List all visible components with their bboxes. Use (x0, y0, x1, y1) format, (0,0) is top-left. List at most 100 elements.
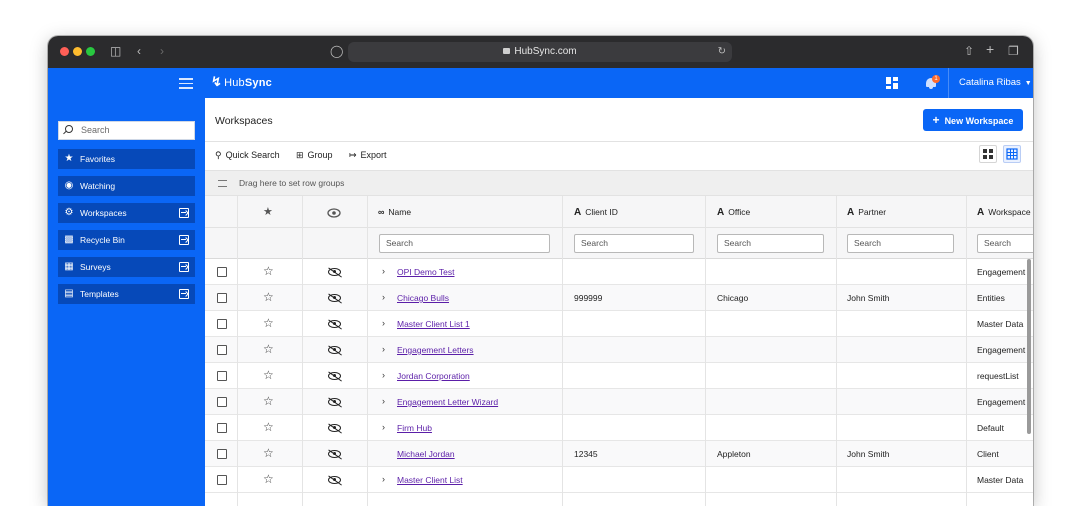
table-view-button[interactable] (1003, 145, 1021, 163)
maximize-window-button[interactable] (86, 47, 95, 56)
address-bar[interactable]: HubSync.com ↻ (348, 42, 732, 62)
watch-column-eye-icon[interactable] (327, 196, 341, 228)
client-id-filter-input[interactable]: Search (574, 234, 694, 253)
watch-eye-off-icon[interactable] (328, 476, 341, 484)
watch-eye-off-icon[interactable] (328, 372, 341, 380)
sidebar-item-favorites[interactable]: ★ Favorites (58, 149, 195, 169)
app-logo[interactable]: ↯ HubSync (211, 74, 272, 90)
card-view-button[interactable] (979, 145, 997, 163)
tabs-overview-icon[interactable]: ❐ (1008, 44, 1019, 58)
row-checkbox[interactable] (217, 319, 227, 329)
watch-eye-off-icon[interactable] (328, 398, 341, 406)
watch-eye-off-icon[interactable] (328, 320, 341, 328)
table-row[interactable]: ☆ › Engagement Letters Engagement (205, 337, 1033, 363)
row-checkbox[interactable] (217, 345, 227, 355)
sidebar-item-templates[interactable]: ▤ Templates (58, 284, 195, 304)
workspace-name-link[interactable]: Jordan Corporation (397, 371, 470, 381)
open-icon[interactable] (179, 262, 189, 272)
row-checkbox[interactable] (217, 449, 227, 459)
chevron-right-icon[interactable]: › (382, 369, 385, 381)
table-row[interactable]: ☆ › Firm Hub Default (205, 415, 1033, 441)
row-checkbox[interactable] (217, 293, 227, 303)
favorite-star-icon[interactable]: ☆ (263, 394, 274, 408)
new-tab-icon[interactable]: + (986, 42, 994, 56)
export-button[interactable]: ↦ Export (349, 150, 387, 161)
chevron-right-icon[interactable]: › (382, 291, 385, 303)
row-group-drop-zone[interactable]: Drag here to set row groups (205, 170, 1033, 196)
table-row[interactable]: ☆ › Engagement Letter Wizard Engagement (205, 389, 1033, 415)
open-icon[interactable] (179, 289, 189, 299)
watch-eye-off-icon[interactable] (328, 294, 341, 302)
share-icon[interactable]: ⇧ (964, 44, 974, 58)
favorite-star-icon[interactable]: ☆ (263, 264, 274, 278)
row-checkbox[interactable] (217, 267, 227, 277)
vertical-scrollbar[interactable] (1027, 259, 1031, 434)
table-row[interactable]: ☆ › Master Client List 1 Master Data (205, 311, 1033, 337)
shield-icon[interactable]: ◯ (330, 44, 343, 58)
favorite-star-icon[interactable]: ☆ (263, 420, 274, 434)
workspace-name-link[interactable]: Michael Jordan (397, 449, 455, 459)
name-filter-input[interactable]: Search (379, 234, 550, 253)
watch-eye-off-icon[interactable] (328, 268, 341, 276)
group-button[interactable]: ⊞ Group (296, 150, 333, 161)
column-header-client-id[interactable]: A Client ID (574, 196, 618, 228)
back-icon[interactable]: ‹ (137, 44, 141, 58)
favorite-star-icon[interactable]: ☆ (263, 472, 274, 486)
open-icon[interactable] (179, 235, 189, 245)
quick-search-button[interactable]: ⚲ Quick Search (215, 150, 280, 161)
table-row[interactable]: ☆ › OPI Demo Test Engagement (205, 259, 1033, 285)
workspace-name-link[interactable]: Firm Hub (397, 423, 432, 433)
close-window-button[interactable] (60, 47, 69, 56)
forward-icon[interactable]: › (160, 44, 164, 58)
table-row[interactable]: ☆ › Chicago Bulls 999999 Chicago John Sm… (205, 285, 1033, 311)
minimize-window-button[interactable] (73, 47, 82, 56)
chevron-right-icon[interactable]: › (382, 343, 385, 355)
chevron-right-icon[interactable]: › (382, 395, 385, 407)
favorite-star-icon[interactable]: ☆ (263, 316, 274, 330)
chevron-right-icon[interactable]: › (382, 265, 385, 277)
favorite-star-icon[interactable]: ☆ (263, 446, 274, 460)
column-header-name[interactable]: ∞ Name (378, 196, 411, 228)
sidebar-toggle-icon[interactable]: ◫ (110, 44, 121, 58)
notifications-button[interactable]: 1 (924, 75, 940, 91)
menu-icon[interactable] (179, 78, 193, 89)
table-row[interactable]: ☆ › Master Client List Master Data (205, 467, 1033, 493)
row-checkbox[interactable] (217, 397, 227, 407)
row-checkbox[interactable] (217, 423, 227, 433)
column-header-workspace[interactable]: A Workspace (977, 196, 1033, 228)
sidebar-item-surveys[interactable]: ▦ Surveys (58, 257, 195, 277)
chevron-right-icon[interactable]: › (382, 421, 385, 433)
favorite-star-icon[interactable]: ☆ (263, 342, 274, 356)
column-header-office[interactable]: A Office (717, 196, 750, 228)
chevron-right-icon[interactable]: › (382, 317, 385, 329)
workspace-name-link[interactable]: Engagement Letters (397, 345, 474, 355)
new-workspace-button[interactable]: + New Workspace (923, 109, 1023, 131)
watch-eye-off-icon[interactable] (328, 424, 341, 432)
sidebar-search-input[interactable]: Search (58, 121, 195, 140)
workspace-name-link[interactable]: Engagement Letter Wizard (397, 397, 498, 407)
sidebar-item-workspaces[interactable]: ⚙ Workspaces (58, 203, 195, 223)
watch-eye-off-icon[interactable] (328, 346, 341, 354)
favorite-star-icon[interactable]: ☆ (263, 368, 274, 382)
sidebar-item-recycle-bin[interactable]: ▩ Recycle Bin (58, 230, 195, 250)
sidebar-item-watching[interactable]: ◉ Watching (58, 176, 195, 196)
table-row[interactable]: ☆ Michael Jordan 12345 Appleton John Smi… (205, 441, 1033, 467)
row-checkbox[interactable] (217, 475, 227, 485)
favorite-column-star-icon[interactable]: ★ (263, 196, 273, 228)
column-header-partner[interactable]: A Partner (847, 196, 886, 228)
workspace-name-link[interactable]: Master Client List (397, 475, 463, 485)
workspace-name-link[interactable]: OPI Demo Test (397, 267, 454, 277)
table-row[interactable]: ☆ › Jordan Corporation requestList (205, 363, 1033, 389)
workspace-filter-input[interactable]: Search (977, 234, 1033, 253)
chevron-right-icon[interactable]: › (382, 473, 385, 485)
workspace-name-link[interactable]: Chicago Bulls (397, 293, 449, 303)
row-checkbox[interactable] (217, 371, 227, 381)
partner-filter-input[interactable]: Search (847, 234, 954, 253)
dashboard-icon[interactable] (886, 77, 898, 89)
office-filter-input[interactable]: Search (717, 234, 824, 253)
watch-eye-off-icon[interactable] (328, 450, 341, 458)
workspace-name-link[interactable]: Master Client List 1 (397, 319, 470, 329)
favorite-star-icon[interactable]: ☆ (263, 290, 274, 304)
reload-icon[interactable]: ↻ (718, 42, 726, 62)
open-icon[interactable] (179, 208, 189, 218)
